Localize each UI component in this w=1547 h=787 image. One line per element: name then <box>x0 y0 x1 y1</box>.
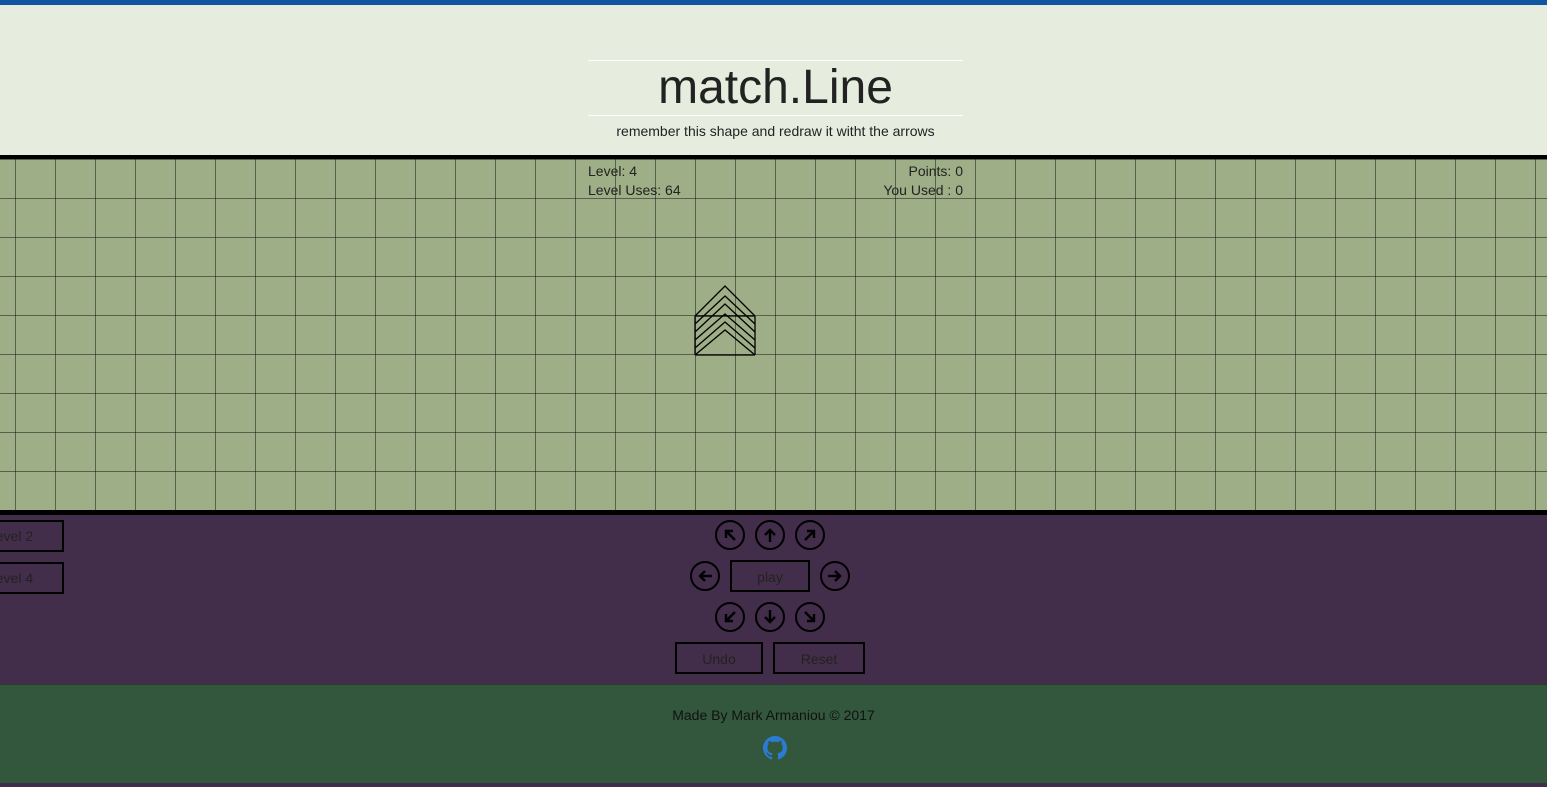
arrow-right-icon <box>828 570 842 582</box>
arrow-right-button[interactable] <box>820 561 850 591</box>
page-subtitle: remember this shape and redraw it witht … <box>616 123 935 139</box>
arrow-up-right-button[interactable] <box>795 520 825 550</box>
arrow-left-icon <box>698 570 712 582</box>
reset-button[interactable]: Reset <box>773 642 865 674</box>
drawing-board <box>0 159 1547 510</box>
arrow-up-left-button[interactable] <box>715 520 745 550</box>
target-shape <box>694 285 756 356</box>
points-counter: Points: 0 <box>908 163 963 179</box>
arrow-down-icon <box>764 610 776 624</box>
arrow-up-icon <box>764 528 776 542</box>
bottom-strip <box>0 783 1547 787</box>
level-4-button[interactable]: Level 4 <box>0 562 64 594</box>
level-uses: Level Uses: 64 <box>588 182 681 198</box>
you-used-counter: You Used : 0 <box>883 182 963 198</box>
page-title: match.Line <box>658 61 893 114</box>
undo-button[interactable]: Undo <box>675 642 763 674</box>
arrow-down-left-icon <box>724 611 736 623</box>
page-footer: Made By Mark Armaniou © 2017 <box>0 684 1547 784</box>
arrow-up-button[interactable] <box>755 520 785 550</box>
arrow-down-button[interactable] <box>755 602 785 632</box>
arrow-up-left-icon <box>724 529 736 541</box>
github-icon[interactable] <box>763 736 787 760</box>
arrow-down-right-button[interactable] <box>795 602 825 632</box>
level-4-label: Level 4 <box>0 570 34 586</box>
arrow-left-button[interactable] <box>690 561 720 591</box>
footer-credit: Made By Mark Armaniou © 2017 <box>672 707 875 723</box>
play-button[interactable]: play <box>730 560 810 592</box>
chevron-stack <box>694 285 756 356</box>
title-bottom-rule <box>588 115 963 116</box>
arrow-down-left-button[interactable] <box>715 602 745 632</box>
level-2-button[interactable]: Level 2 <box>0 520 64 552</box>
level-2-label: Level 2 <box>0 528 34 544</box>
arrow-up-right-icon <box>804 529 816 541</box>
arrow-down-right-icon <box>804 611 816 623</box>
level-indicator: Level: 4 <box>588 163 638 179</box>
